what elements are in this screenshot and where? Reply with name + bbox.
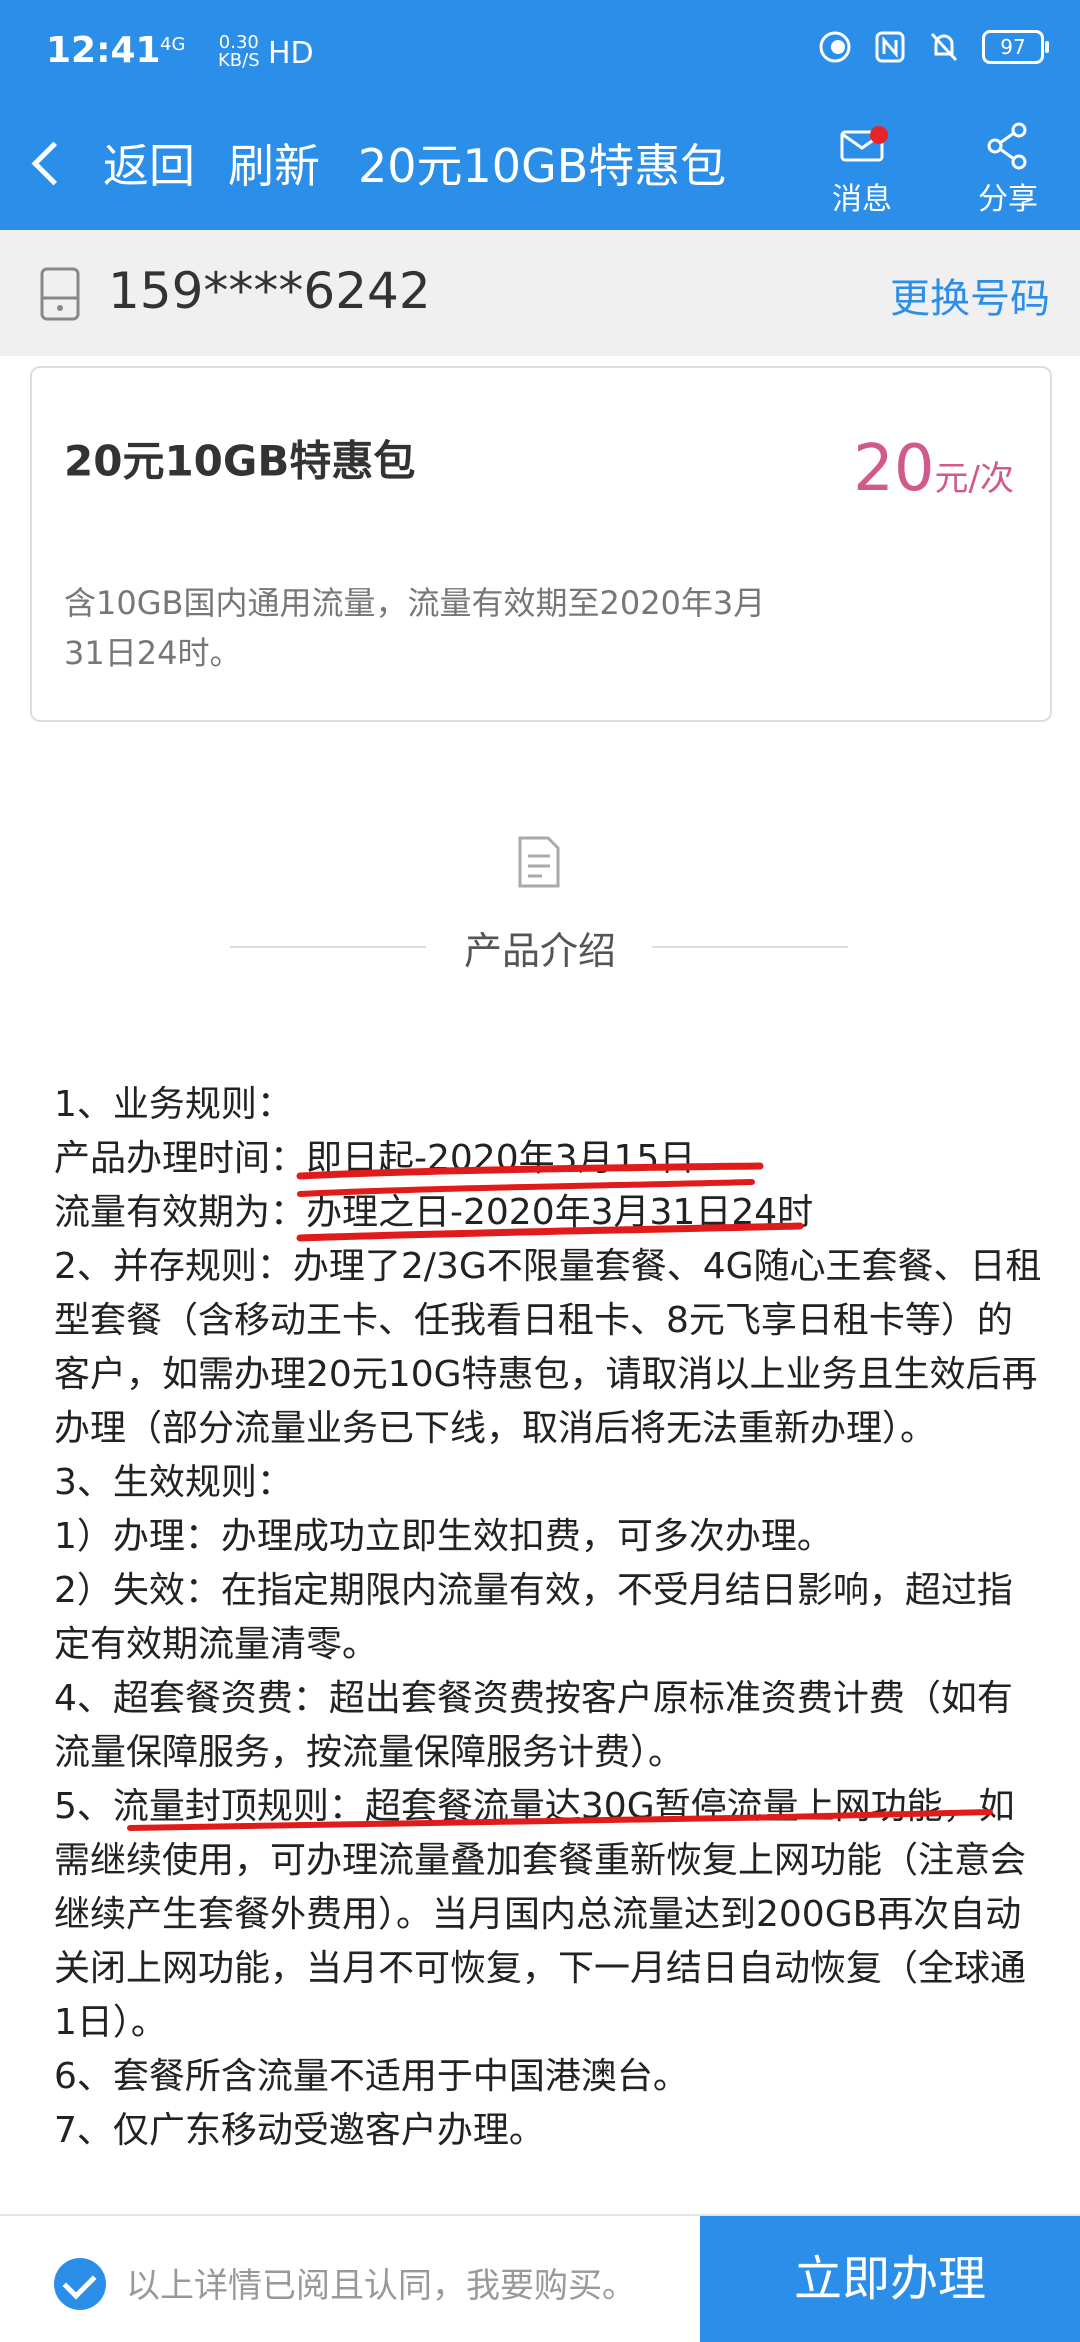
back-button[interactable]: 返回: [28, 130, 195, 196]
rule-item: 1）办理：办理成功立即生效扣费，可多次办理。: [54, 1516, 833, 1557]
phone-icon: [40, 267, 80, 321]
intro-title: 产品介绍: [463, 929, 616, 973]
change-number-link[interactable]: 更换号码: [890, 266, 1050, 324]
rule-item: 产品办理时间：即日起-2020年3月15日: [54, 1138, 696, 1179]
rule-item: 5、流量封顶规则：超套餐流量达30G暂停流量上网功能，如需继续使用，可办理流量叠…: [54, 1786, 1027, 2043]
unread-dot: [870, 126, 888, 144]
product-price: 20元/次: [853, 432, 1014, 506]
product-card: 20元10GB特惠包 20元/次 含10GB国内通用流量，流量有效期至2020年…: [30, 366, 1052, 722]
mute-bell-icon: [930, 32, 958, 62]
battery-indicator: 97: [982, 30, 1049, 64]
rule-item: 7、仅广东移动受邀客户办理。: [54, 2110, 545, 2151]
product-name: 20元10GB特惠包: [64, 436, 416, 486]
hd-indicator: HD: [268, 36, 314, 71]
rule-item: 2）失效：在指定期限内流量有效，不受月结日影响，超过指定有效期流量清零。: [54, 1570, 1013, 1665]
phone-number: 159****6242: [108, 262, 431, 320]
purchase-bar: 以上详情已阅且认同，我要购买。 立即办理: [0, 2214, 1080, 2342]
buy-now-button[interactable]: 立即办理: [700, 2216, 1080, 2342]
status-icons: 97: [818, 30, 1049, 64]
product-description: 含10GB国内通用流量，流量有效期至2020年3月31日24时。: [64, 584, 766, 672]
price-unit: 元/次: [934, 459, 1014, 499]
nfc-icon: [875, 31, 905, 63]
network-speed: 0.30 KB/S: [218, 32, 260, 71]
message-label: 消息: [832, 182, 892, 217]
agree-text: 以上详情已阅且认同，我要购买。: [126, 2266, 636, 2306]
network-type: 4G: [160, 34, 186, 55]
price-value: 20: [853, 432, 935, 506]
back-label: 返回: [103, 139, 195, 193]
rule-item: 1、业务规则：: [54, 1084, 293, 1125]
status-time: 12:41: [46, 30, 161, 71]
agree-checkbox[interactable]: [54, 2258, 106, 2310]
share-icon: [987, 122, 1027, 170]
message-button[interactable]: 消息: [812, 118, 912, 218]
status-bar: 12:41 4G 0.30 KB/S HD 97: [0, 0, 1080, 110]
document-icon: [518, 836, 560, 888]
refresh-button[interactable]: 刷新: [228, 130, 320, 196]
share-button[interactable]: 分享: [958, 118, 1058, 218]
eye-comfort-icon: [819, 31, 851, 63]
nav-bar: 返回 刷新 20元10GB特惠包 消息 分享: [0, 110, 1080, 230]
rule-item: 3、生效规则：: [54, 1462, 293, 1503]
rule-item: 4、超套餐资费：超出套餐资费按客户原标准资费计费（如有流量保障服务，按流量保障服…: [54, 1678, 1013, 1773]
rule-item: 2、并存规则：办理了2/3G不限量套餐、4G随心王套餐、日租型套餐（含移动王卡、…: [54, 1246, 1042, 1449]
rule-item: 流量有效期为：办理之日-2020年3月31日24时: [54, 1192, 814, 1233]
chevron-left-icon: [31, 141, 76, 185]
rules-list: 1、业务规则： 产品办理时间：即日起-2020年3月15日 流量有效期为：办理之…: [54, 1078, 1044, 2158]
page-title: 20元10GB特惠包: [358, 139, 727, 193]
share-label: 分享: [978, 182, 1038, 217]
phone-number-row: 159****6242 更换号码: [0, 230, 1080, 356]
rule-item: 6、套餐所含流量不适用于中国港澳台。: [54, 2056, 689, 2097]
